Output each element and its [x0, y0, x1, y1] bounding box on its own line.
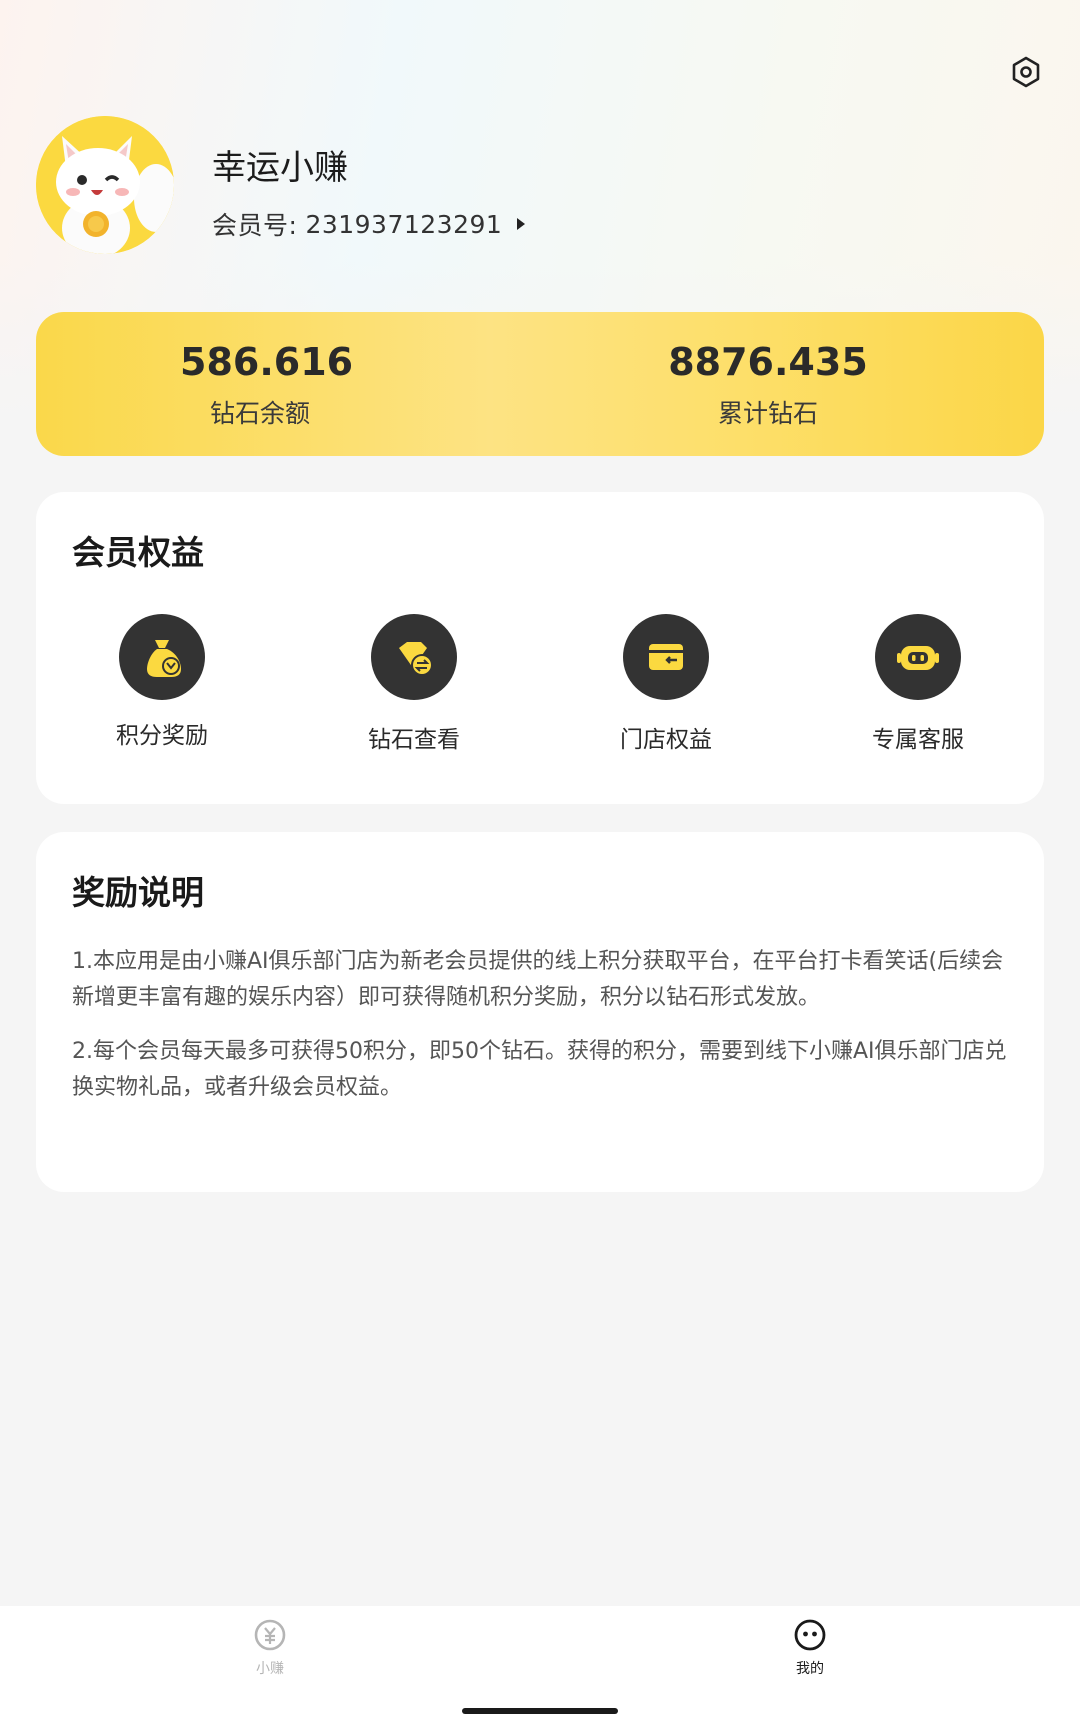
- member-benefits-title: 会员权益: [72, 533, 204, 572]
- diamond-exchange-icon: [371, 614, 457, 700]
- total-diamonds-label: 累计钻石: [717, 399, 818, 428]
- total-diamonds-value: 8876.435: [668, 340, 868, 384]
- wallet-icon: [623, 614, 709, 700]
- diamond-balance-value: 586.616: [180, 340, 354, 384]
- diamond-balance-label: 钻石余额: [209, 399, 310, 428]
- avatar[interactable]: [36, 116, 174, 254]
- home-indicator[interactable]: [462, 1708, 618, 1714]
- benefit-points-reward-label: 积分奖励: [116, 723, 208, 749]
- reward-explanation-card: 奖励说明 1.本应用是由小赚AI俱乐部门店为新老会员提供的线上积分获取平台，在平…: [36, 832, 1044, 1192]
- member-benefits-card: 会员权益 积分奖励 钻石查看 门店权益 专属客服: [36, 492, 1044, 804]
- member-id-row[interactable]: 会员号: 231937123291: [212, 206, 526, 242]
- money-bag-icon: [119, 614, 205, 700]
- tab-mine[interactable]: 我的: [750, 1618, 870, 1678]
- benefit-customer-service[interactable]: 专属客服: [818, 614, 1018, 754]
- caret-right-icon: [516, 217, 526, 231]
- settings-button[interactable]: [1008, 54, 1044, 90]
- reward-paragraph-2: 2.每个会员每天最多可获得50积分，即50个钻石。获得的积分，需要到线下小赚AI…: [72, 1039, 1007, 1100]
- reward-paragraph-1: 1.本应用是由小赚AI俱乐部门店为新老会员提供的线上积分获取平台，在平台打卡看笑…: [72, 949, 1004, 1010]
- smiley-face-icon: [794, 1619, 826, 1651]
- reward-explanation-title: 奖励说明: [72, 873, 204, 912]
- total-diamonds[interactable]: 8876.435 累计钻石: [668, 340, 868, 430]
- diamond-balance[interactable]: 586.616 钻石余额: [180, 340, 354, 430]
- yuan-coin-icon: [254, 1619, 286, 1651]
- member-id-label: 会员号:: [212, 211, 298, 240]
- member-id-value: 231937123291: [305, 209, 503, 239]
- tab-mine-label: 我的: [796, 1661, 824, 1677]
- benefit-diamond-view-label: 钻石查看: [368, 727, 460, 753]
- benefit-store-rights-label: 门店权益: [620, 727, 712, 753]
- settings-icon: [1012, 56, 1040, 88]
- benefit-diamond-view[interactable]: 钻石查看: [314, 614, 514, 754]
- username: 幸运小赚: [212, 148, 348, 188]
- fox-mascot-icon: [36, 116, 174, 254]
- diamond-stats-card: 586.616 钻石余额 8876.435 累计钻石: [36, 312, 1044, 456]
- benefit-customer-service-label: 专属客服: [872, 727, 964, 753]
- tab-xiaozhuan[interactable]: 小赚: [210, 1618, 330, 1678]
- benefit-points-reward[interactable]: 积分奖励: [62, 614, 262, 750]
- benefit-store-rights[interactable]: 门店权益: [566, 614, 766, 754]
- robot-icon: [875, 614, 961, 700]
- tab-xiaozhuan-label: 小赚: [256, 1661, 284, 1677]
